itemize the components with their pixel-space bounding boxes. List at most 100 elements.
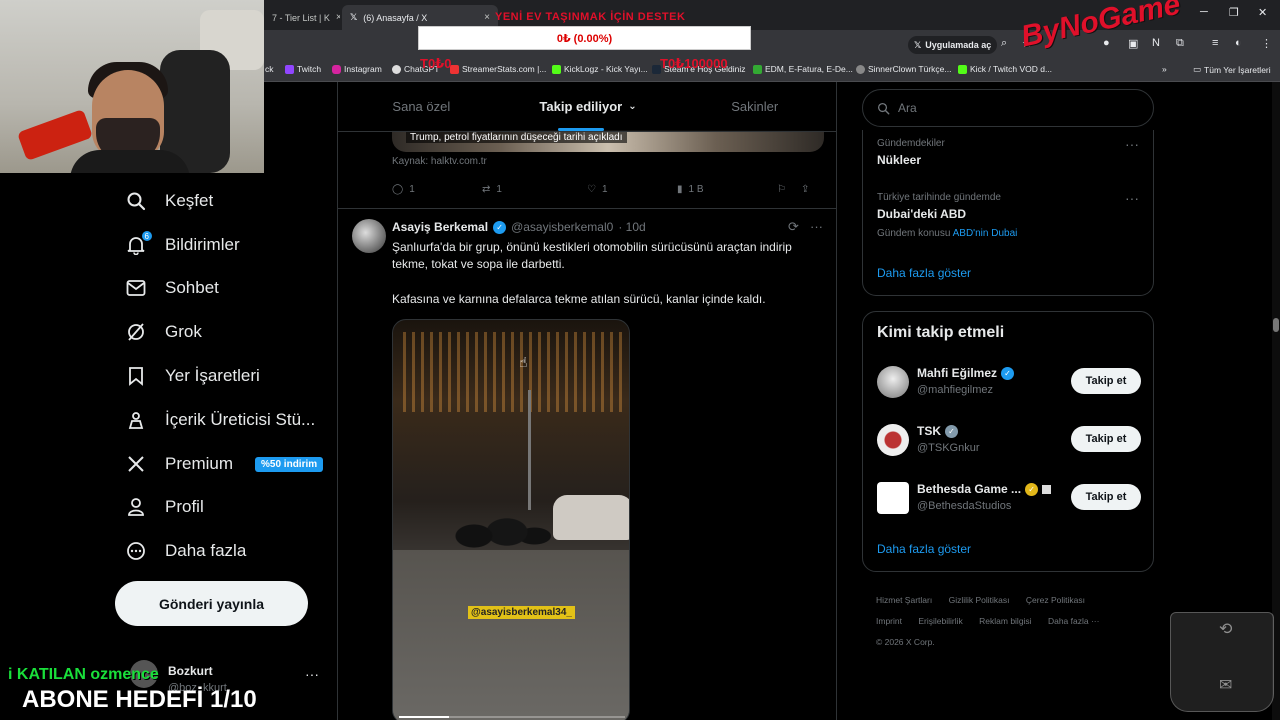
- menu-icon[interactable]: ⋮: [1261, 37, 1272, 50]
- trend-title[interactable]: Nükleer: [877, 153, 921, 167]
- follow-suggestion[interactable]: Bethesda Game ... ✓ @BethesdaStudios Taki…: [877, 480, 1141, 520]
- tweet-video[interactable]: @asayisberkemal34_: [392, 319, 630, 720]
- more-circle-icon: [125, 540, 147, 562]
- tweet-author-handle[interactable]: @asayisberkemal0: [511, 220, 613, 234]
- footer-link[interactable]: Daha fazla ···: [1048, 616, 1100, 626]
- share-icon[interactable]: ⇪: [801, 184, 821, 195]
- avatar[interactable]: [352, 219, 386, 253]
- footer-link[interactable]: Gizlilik Politikası: [949, 595, 1010, 605]
- nav-creator-studio[interactable]: İçerik Üreticisi Stü...: [125, 405, 315, 435]
- nav-explore[interactable]: Keşfet: [125, 186, 213, 216]
- copyright: © 2026 X Corp.: [876, 637, 935, 647]
- show-more-link[interactable]: Daha fazla göster: [877, 542, 971, 556]
- zoom-icon[interactable]: ⌕: [1001, 37, 1007, 50]
- tab-close-icon[interactable]: ×: [484, 12, 490, 23]
- video-city-lights: [403, 332, 623, 412]
- repost-button[interactable]: ⇄ 1: [482, 184, 587, 195]
- bookmarks-overflow-icon[interactable]: »: [1162, 64, 1167, 74]
- profile-icon[interactable]: ◐: [1235, 37, 1242, 49]
- donation-progress: 0₺ (0.00%): [556, 32, 613, 45]
- bookmark-label: SinnerClown Türkçe...: [868, 64, 952, 74]
- trends-card: Gündemdekiler ··· Nükleer Türkiye tarihi…: [862, 130, 1154, 296]
- tab-following[interactable]: Takip ediliyor ⌄: [505, 82, 672, 131]
- extension-icon[interactable]: ●: [1103, 37, 1110, 49]
- follow-suggestion[interactable]: TSK ✓ @TSKGnkur Takip et: [877, 422, 1141, 462]
- nav-label: Grok: [165, 322, 202, 341]
- who-to-follow-card: Kimi takip etmeli Mahfi Eğilmez ✓ @mahfie…: [862, 311, 1154, 572]
- footer-link[interactable]: Reklam bilgisi: [979, 616, 1031, 626]
- nav-bookmarks[interactable]: Yer İşaretleri: [125, 361, 260, 391]
- search-icon: [125, 190, 147, 212]
- tab-close-icon[interactable]: ×: [336, 12, 340, 23]
- nav-label: İçerik Üreticisi Stü...: [165, 410, 316, 429]
- search-input[interactable]: Ara: [862, 89, 1154, 127]
- footer-link[interactable]: Hizmet Şartları: [876, 595, 932, 605]
- video-progress-bar[interactable]: [399, 716, 625, 718]
- extension-icon[interactable]: N: [1152, 37, 1160, 49]
- maximize-icon[interactable]: ❐: [1229, 6, 1239, 19]
- scrollbar-thumb[interactable]: [1273, 318, 1279, 332]
- views-button[interactable]: ▮ 1 B: [677, 184, 777, 195]
- nav-notifications[interactable]: 6 Bildirimler: [125, 230, 240, 260]
- nav-grok[interactable]: Grok: [125, 317, 202, 347]
- grok-icon[interactable]: ⟳: [788, 219, 799, 235]
- nav-profile[interactable]: Profil: [125, 492, 204, 522]
- bookmark-item[interactable]: Kick / Twitch VOD d...: [958, 64, 1052, 74]
- more-icon[interactable]: ···: [1125, 190, 1139, 206]
- minimize-icon[interactable]: ─: [1200, 6, 1208, 18]
- verified-badge-icon: ✓: [1025, 482, 1039, 496]
- footer-link[interactable]: Çerez Politikası: [1026, 595, 1085, 605]
- repost-count: 1: [496, 183, 502, 195]
- follow-button[interactable]: Takip et: [1071, 426, 1141, 452]
- trend-meta-link[interactable]: ABD'nin Dubai: [953, 228, 1018, 239]
- tab-tier-list[interactable]: 7 - Tier List | K ×: [264, 5, 340, 30]
- donation-min: T0₺0: [420, 56, 452, 71]
- window-close-icon[interactable]: ✕: [1258, 6, 1267, 19]
- more-icon[interactable]: ···: [810, 219, 823, 234]
- show-more-link[interactable]: Daha fazla göster: [877, 266, 971, 280]
- tweet-author-name[interactable]: Asayiş Berkemal: [392, 220, 488, 234]
- link-source[interactable]: Kaynak: halktv.com.tr: [392, 156, 487, 167]
- tweet-time[interactable]: · 10d: [618, 220, 645, 234]
- footer-link[interactable]: Imprint: [876, 616, 902, 626]
- like-button[interactable]: ♡ 1: [587, 184, 677, 195]
- tab-residents[interactable]: Sakinler: [671, 82, 836, 131]
- bookmark-item[interactable]: ck: [265, 64, 274, 74]
- bookmark-tweet-icon[interactable]: ⚐: [777, 184, 801, 195]
- footer-link[interactable]: Erişilebilirlik: [918, 616, 962, 626]
- tab-for-you[interactable]: Sana özel: [338, 82, 505, 131]
- suggestion-handle: @BethesdaStudios: [917, 500, 1012, 512]
- bookmark-item[interactable]: EDM, E-Fatura, E-De...: [753, 64, 853, 74]
- bookmark-label: Tüm Yer İşaretleri: [1204, 64, 1271, 75]
- trend-meta-label: Gündem konusu: [877, 228, 951, 239]
- account-name: Bozkurt: [168, 664, 213, 678]
- follow-button[interactable]: Takip et: [1071, 484, 1141, 510]
- open-in-app-button[interactable]: 𝕏 Uygulamada aç: [908, 36, 998, 54]
- more-icon[interactable]: ···: [1125, 136, 1139, 152]
- bookmark-item[interactable]: Twitch: [285, 64, 321, 74]
- bookmark-item[interactable]: Instagram: [332, 64, 382, 74]
- chevron-down-icon[interactable]: ⌄: [628, 101, 636, 112]
- media-icon[interactable]: ≡: [1212, 37, 1218, 49]
- more-icon[interactable]: ···: [305, 666, 319, 682]
- trend-title[interactable]: Dubai'deki ABD: [877, 207, 966, 221]
- subscriber-goal: ABONE HEDEFİ 1/10: [22, 686, 257, 713]
- bookmark-item[interactable]: KickLogz - Kick Yayı...: [552, 64, 648, 74]
- nav-more[interactable]: Daha fazla: [125, 536, 246, 566]
- x-logo-icon: [125, 453, 147, 475]
- nav-messages[interactable]: Sohbet: [125, 273, 219, 303]
- nav-premium[interactable]: Premium %50 indirim: [125, 449, 324, 479]
- previous-tweet-image[interactable]: Trump, petrol fiyatlarının düşeceği tari…: [392, 130, 824, 152]
- extension-icon[interactable]: ▣: [1128, 37, 1138, 50]
- puzzle-icon[interactable]: ⧉: [1176, 37, 1184, 50]
- search-placeholder: Ara: [898, 101, 917, 115]
- bookmark-item[interactable]: SinnerClown Türkçe...: [856, 64, 951, 74]
- tweet-actions: ◯ 1 ⇄ 1 ♡ 1 ▮ 1 B ⚐ ⇪: [392, 179, 824, 199]
- bookmark-item[interactable]: StreamerStats.com |...: [450, 64, 546, 74]
- reply-button[interactable]: ◯ 1: [392, 184, 482, 195]
- follow-suggestion[interactable]: Mahfi Eğilmez ✓ @mahfiegilmez Takip et: [877, 364, 1141, 404]
- all-bookmarks[interactable]: ▭ Tüm Yer İşaretleri: [1193, 64, 1271, 75]
- post-button[interactable]: Gönderi yayınla: [115, 581, 308, 626]
- follow-button[interactable]: Takip et: [1071, 368, 1141, 394]
- suggestion-name-row: Mahfi Eğilmez ✓: [917, 366, 1015, 380]
